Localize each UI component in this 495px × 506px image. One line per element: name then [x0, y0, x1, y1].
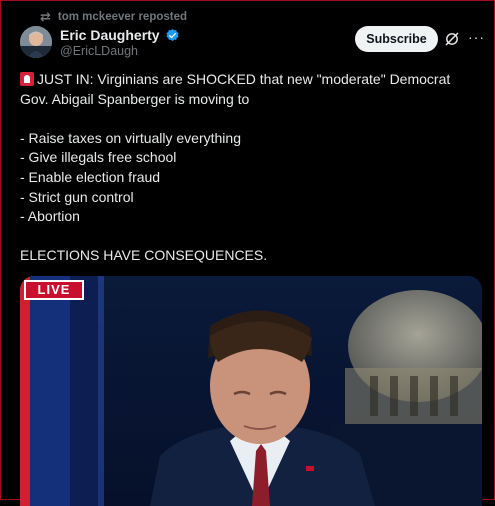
post-closing: ELECTIONS HAVE CONSEQUENCES.	[20, 247, 268, 264]
post-list-item: - Enable election fraud	[20, 168, 161, 185]
post-list-item: - Raise taxes on virtually everything	[20, 129, 241, 146]
video-frame-image	[20, 276, 482, 506]
live-badge: LIVE	[24, 280, 84, 300]
author-name[interactable]: Eric Daugherty	[60, 27, 160, 43]
repost-icon: ⇄	[40, 9, 51, 24]
grok-icon[interactable]	[444, 31, 460, 47]
repost-text: tom mckeever reposted	[57, 11, 188, 23]
avatar[interactable]	[20, 26, 52, 58]
post-text: JUST IN: Virginians are SHOCKED that new…	[20, 70, 480, 266]
repost-indicator[interactable]: ⇄ tom mckeever reposted	[40, 9, 187, 25]
verified-badge-icon	[166, 28, 179, 41]
subscribe-button[interactable]: Subscribe	[355, 26, 438, 52]
avatar-image	[20, 26, 52, 58]
post-list-item: - Strict gun control	[20, 188, 134, 205]
more-options-icon[interactable]: ···	[468, 29, 485, 45]
siren-emoji-icon	[20, 72, 34, 86]
author-handle[interactable]: @EricLDaugh	[60, 44, 138, 58]
post-list-item: - Abortion	[20, 208, 80, 225]
post-media-video[interactable]: LIVE	[20, 276, 482, 506]
post-headline: JUST IN: Virginians are SHOCKED that new…	[20, 71, 451, 107]
post-list-item: - Give illegals free school	[20, 149, 177, 166]
